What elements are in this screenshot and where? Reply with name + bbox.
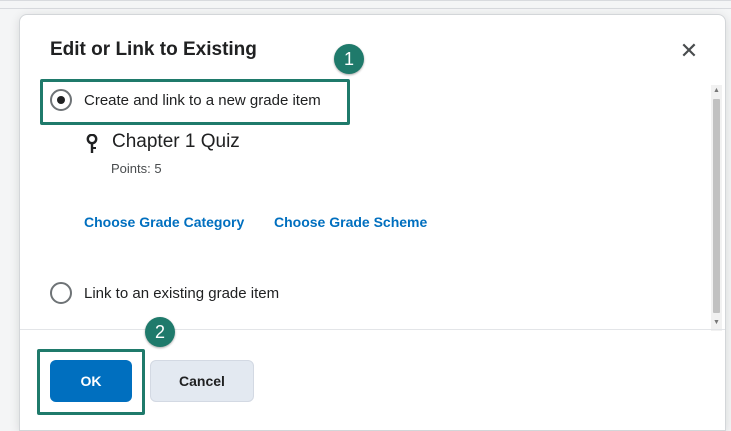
scroll-up-icon[interactable]: ▲ [713,87,720,94]
pin-icon [86,134,98,153]
scrollbar[interactable]: ▲ ▼ [711,85,722,331]
choose-grade-category-link[interactable]: Choose Grade Category [84,214,244,230]
choose-grade-scheme-link[interactable]: Choose Grade Scheme [274,214,427,230]
grade-item-points: Points: 5 [111,161,162,176]
backdrop-gridline [0,0,731,1]
footer-divider [20,329,725,330]
link-existing-option[interactable]: Link to an existing grade item [50,282,279,304]
callout-highlight-2 [37,349,145,415]
grade-item-name: Chapter 1 Quiz [112,131,240,152]
dialog-title: Edit or Link to Existing [50,39,257,60]
callout-badge-1: 1 [334,44,364,74]
callout-highlight-1 [40,79,350,125]
link-existing-radio[interactable] [50,282,72,304]
link-existing-label: Link to an existing grade item [84,284,280,302]
callout-badge-2: 2 [145,317,175,347]
scrollbar-thumb[interactable] [713,99,720,313]
scroll-down-icon[interactable]: ▼ [713,319,720,326]
close-icon: ✕ [679,38,699,63]
backdrop-gridline [0,8,731,9]
cancel-button[interactable]: Cancel [150,360,254,402]
close-button[interactable]: ✕ [677,39,701,63]
